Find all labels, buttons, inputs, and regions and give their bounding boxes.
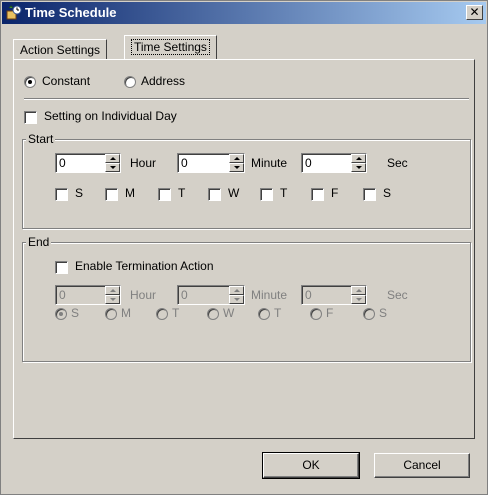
start-minute-label: Minute [251, 156, 288, 170]
start-day-label: T [178, 186, 186, 200]
spin-up-icon[interactable] [229, 154, 244, 163]
enable-termination-checkbox[interactable] [55, 261, 68, 274]
spin-down-icon[interactable] [351, 163, 366, 172]
start-day-checkbox-wed[interactable] [208, 188, 221, 201]
start-day-label: F [331, 186, 339, 200]
end-sec-value: 0 [305, 288, 312, 302]
radio-selected-dot [59, 312, 63, 316]
address-label: Address [141, 74, 186, 88]
end-day-radio-sat [363, 308, 375, 320]
start-day-label: M [125, 186, 135, 200]
radio-selected-dot [28, 80, 32, 84]
ok-button-label: OK [302, 458, 320, 472]
time-settings-panel: Constant Address Setting on Individual D… [13, 59, 475, 439]
spin-down-icon[interactable] [229, 163, 244, 172]
individual-day-checkbox[interactable] [24, 111, 37, 124]
ok-button[interactable]: OK [262, 452, 360, 479]
start-day-checkbox-sat[interactable] [363, 188, 376, 201]
start-sec-spinner[interactable]: 0 [301, 153, 367, 173]
end-minute-label: Minute [251, 288, 288, 302]
end-day-label: S [379, 306, 388, 320]
start-day-checkbox-fri[interactable] [311, 188, 324, 201]
start-day-checkbox-thu[interactable] [260, 188, 273, 201]
spin-up-icon [229, 286, 244, 295]
address-radio[interactable] [124, 76, 136, 88]
end-sec-spinner: 0 [301, 285, 367, 305]
start-day-label: T [280, 186, 288, 200]
start-hour-label: Hour [130, 156, 157, 170]
individual-day-label: Setting on Individual Day [44, 109, 177, 123]
end-day-radio-mon [105, 308, 117, 320]
spin-down-icon [229, 295, 244, 304]
cancel-button-label: Cancel [403, 458, 441, 472]
spin-up-icon [351, 286, 366, 295]
start-legend: Start [26, 132, 56, 146]
spin-down-icon [105, 295, 120, 304]
spin-up-icon [105, 286, 120, 295]
spin-up-icon[interactable] [105, 154, 120, 163]
end-hour-value: 0 [59, 288, 66, 302]
start-sec-label: Sec [387, 156, 408, 170]
start-day-checkbox-tue[interactable] [158, 188, 171, 201]
end-day-radio-sun [55, 308, 67, 320]
spin-down-icon[interactable] [105, 163, 120, 172]
start-day-label: S [383, 186, 392, 200]
enable-termination-label: Enable Termination Action [75, 259, 214, 273]
separator [24, 98, 469, 100]
end-sec-label: Sec [387, 288, 408, 302]
end-day-label: T [172, 306, 180, 320]
end-day-radio-thu [258, 308, 270, 320]
close-button[interactable]: ✕ [466, 5, 483, 20]
spin-up-icon[interactable] [351, 154, 366, 163]
end-legend: End [26, 235, 52, 249]
end-minute-value: 0 [181, 288, 188, 302]
tab-action-settings-label: Action Settings [20, 43, 101, 57]
end-day-label: T [274, 306, 282, 320]
constant-label: Constant [42, 74, 91, 88]
end-day-label: S [71, 306, 80, 320]
spin-down-icon [351, 295, 366, 304]
cancel-button[interactable]: Cancel [374, 453, 470, 478]
end-day-label: W [223, 306, 235, 320]
start-day-label: W [228, 186, 240, 200]
start-hour-spinner[interactable]: 0 [55, 153, 121, 173]
close-icon: ✕ [469, 5, 480, 19]
tab-action-settings[interactable]: Action Settings [13, 39, 108, 60]
end-day-radio-tue [156, 308, 168, 320]
end-minute-spinner: 0 [177, 285, 245, 305]
schedule-app-icon [6, 5, 22, 20]
time-schedule-dialog: Time Schedule ✕ Action Settings Time Set… [0, 0, 488, 495]
window-title: Time Schedule [25, 5, 117, 20]
constant-radio[interactable] [24, 76, 36, 88]
tab-time-settings[interactable]: Time Settings [124, 35, 217, 59]
title-bar: Time Schedule ✕ [2, 2, 486, 24]
start-day-label: S [75, 186, 84, 200]
end-day-radio-fri [310, 308, 322, 320]
start-day-checkbox-mon[interactable] [105, 188, 118, 201]
end-day-radio-wed [207, 308, 219, 320]
end-day-label: F [326, 306, 334, 320]
end-hour-label: Hour [130, 288, 157, 302]
tab-time-settings-label: Time Settings [131, 39, 210, 55]
start-minute-value: 0 [181, 156, 188, 170]
end-day-label: M [121, 306, 131, 320]
start-day-checkbox-sun[interactable] [55, 188, 68, 201]
start-minute-spinner[interactable]: 0 [177, 153, 245, 173]
start-hour-value: 0 [59, 156, 66, 170]
end-hour-spinner: 0 [55, 285, 121, 305]
start-sec-value: 0 [305, 156, 312, 170]
